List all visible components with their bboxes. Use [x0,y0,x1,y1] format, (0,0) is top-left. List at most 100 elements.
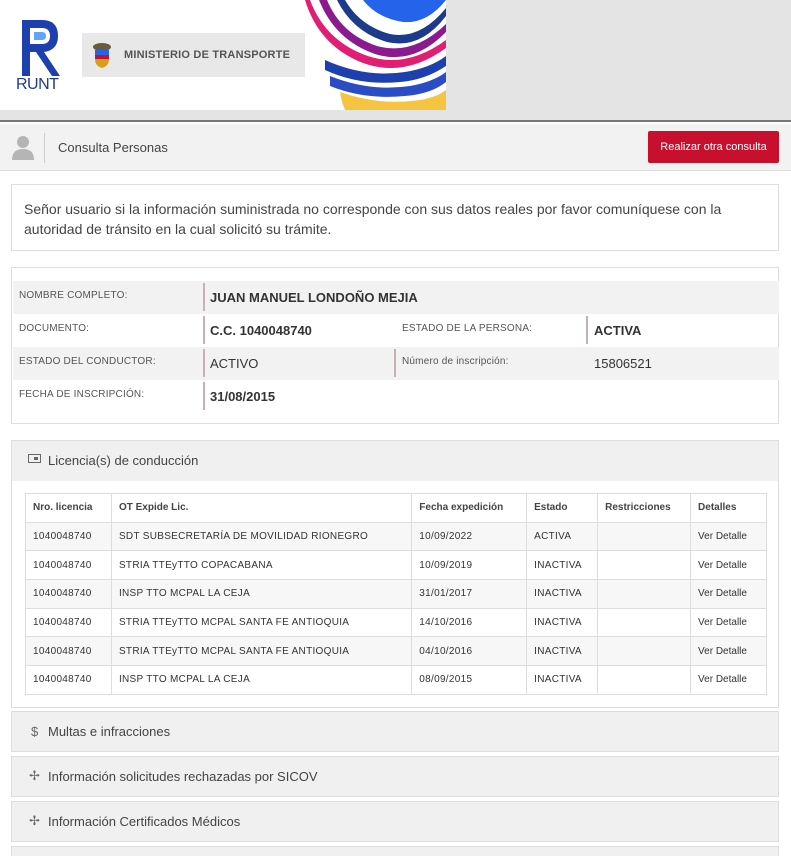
license-number: 1040048740 [25,579,112,609]
header-bottom-bar [0,110,791,120]
multas-title: Multas e infracciones [48,724,171,739]
column-header: Detalles [690,493,767,523]
licencias-title: Licencia(s) de conducción [48,453,199,468]
dollar-icon: $ [31,724,39,739]
nombre-value: JUAN MANUEL LONDOÑO MEJIA [210,290,418,305]
view-detail-link[interactable]: Ver Detalle [690,521,767,552]
user-icon [12,136,34,160]
ministry-name: MINISTERIO DE TRANSPORTE [124,49,291,61]
restrictions [597,579,692,609]
licencias-header[interactable]: Licencia(s) de conducción [12,441,778,481]
value-separator [203,316,205,344]
license-number: 1040048740 [25,636,112,667]
license-status: INACTIVA [526,607,599,638]
new-query-button[interactable]: Realizar otra consulta [648,131,779,163]
issuing-authority: STRIA TTEyTTO MCPAL SANTA FE ANTIOQUIA [110,607,413,638]
license-number: 1040048740 [25,521,112,552]
nombre-label: NOMBRE COMPLETO: [19,290,128,301]
inscripcion-value: 15806521 [594,356,652,371]
license-number: 1040048740 [25,665,112,695]
license-status: INACTIVA [526,636,599,667]
license-number: 1040048740 [25,550,112,581]
table-row: 1040048740 STRIA TTEyTTO MCPAL SANTA FE … [25,607,767,638]
view-detail-link[interactable]: Ver Detalle [690,636,767,667]
column-header: OT Expide Lic. [110,493,413,523]
issuing-authority: INSP TTO MCPAL LA CEJA [110,579,413,609]
multas-header[interactable]: $ Multas e infracciones [12,712,778,752]
view-detail-link[interactable]: Ver Detalle [690,607,767,638]
column-header: Estado [526,493,599,523]
license-status: INACTIVA [526,579,599,609]
issuing-authority: SDT SUBSECRETARÍA DE MOVILIDAD RIONEGRO [110,521,413,552]
value-separator [203,283,205,311]
issue-date: 08/09/2015 [411,665,528,695]
table-row: 1040048740 STRIA TTEyTTO MCPAL SANTA FE … [25,636,767,667]
issue-date: 14/10/2016 [411,607,528,638]
runt-logo-text: RUNT [16,76,59,93]
issue-date: 10/09/2019 [411,550,528,581]
table-row: 1040048740 INSP TTO MCPAL LA CEJA 08/09/… [25,665,767,695]
header-gray-panel [446,0,791,110]
licencias-section: Licencia(s) de conducción Nro. licencia … [11,440,779,708]
next-section-partial [11,846,779,856]
issuing-authority: STRIA TTEyTTO MCPAL SANTA FE ANTIOQUIA [110,636,413,667]
plus-icon: ✢ [29,813,40,828]
row-documento: DOCUMENTO: C.C. 1040048740 ESTADO DE LA … [13,314,779,347]
value-separator [203,349,205,377]
license-status: ACTIVA [526,521,599,552]
value-separator [203,382,205,410]
coat-of-arms-icon [93,43,111,68]
issue-date: 31/01/2017 [411,579,528,609]
licencias-body: Nro. licencia OT Expide Lic. Fecha exped… [12,481,778,707]
restrictions [597,550,692,581]
view-detail-link[interactable]: Ver Detalle [690,665,767,695]
estado-persona-value: ACTIVA [594,323,642,338]
table-row: 1040048740 SDT SUBSECRETARÍA DE MOVILIDA… [25,521,767,552]
column-header: Fecha expedición [411,493,528,523]
row-fecha: FECHA DE INSCRIPCIÓN: 31/08/2015 [13,380,779,413]
restrictions [597,607,692,638]
value-separator [394,349,396,377]
row-conductor: ESTADO DEL CONDUCTOR: ACTIVO Número de i… [13,347,779,380]
medical-header[interactable]: ✢ Información Certificados Médicos [12,802,778,842]
license-status: INACTIVA [526,665,599,695]
row-nombre: NOMBRE COMPLETO: JUAN MANUEL LONDOÑO MEJ… [13,281,779,314]
table-row: 1040048740 STRIA TTEyTTO COPACABANA 10/0… [25,550,767,581]
decorative-wave-graphic [305,0,446,110]
header-divider [0,120,791,122]
restrictions [597,521,692,552]
fecha-label: FECHA DE INSCRIPCIÓN: [19,389,145,400]
sicov-section[interactable]: ✢ Información solicitudes rechazadas por… [11,756,779,797]
issue-date: 04/10/2016 [411,636,528,667]
view-detail-link[interactable]: Ver Detalle [690,579,767,609]
documento-value: C.C. 1040048740 [210,323,312,338]
value-separator [586,316,588,344]
restrictions [597,665,692,695]
user-notice: Señor usuario si la información suminist… [11,184,779,251]
title-separator [44,133,45,163]
license-status: INACTIVA [526,550,599,581]
column-header: Restricciones [597,493,692,523]
license-number: 1040048740 [25,607,112,638]
page-header: RUNT MINISTERIO DE TRANSPORTE [0,0,791,122]
multas-section[interactable]: $ Multas e infracciones [11,711,779,752]
issuing-authority: INSP TTO MCPAL LA CEJA [110,665,413,695]
medical-section[interactable]: ✢ Información Certificados Médicos [11,801,779,842]
estado-conductor-label: ESTADO DEL CONDUCTOR: [19,356,156,367]
fecha-value: 31/08/2015 [210,389,276,404]
issue-date: 10/09/2022 [411,521,528,552]
page-title: Consulta Personas [58,140,168,155]
column-header: Nro. licencia [25,493,112,523]
sicov-header[interactable]: ✢ Información solicitudes rechazadas por… [12,757,778,797]
restrictions [597,636,692,667]
documento-label: DOCUMENTO: [19,323,90,334]
estado-persona-label: ESTADO DE LA PERSONA: [402,323,533,334]
estado-conductor-value: ACTIVO [210,356,259,371]
plus-icon: ✢ [29,768,40,783]
sicov-title: Información solicitudes rechazadas por S… [48,769,318,784]
view-detail-link[interactable]: Ver Detalle [690,550,767,581]
inscripcion-label: Número de inscripción: [402,356,509,367]
ministry-logo: MINISTERIO DE TRANSPORTE [82,33,307,77]
id-card-icon [28,452,41,467]
table-header-row: Nro. licencia OT Expide Lic. Fecha exped… [25,493,767,523]
